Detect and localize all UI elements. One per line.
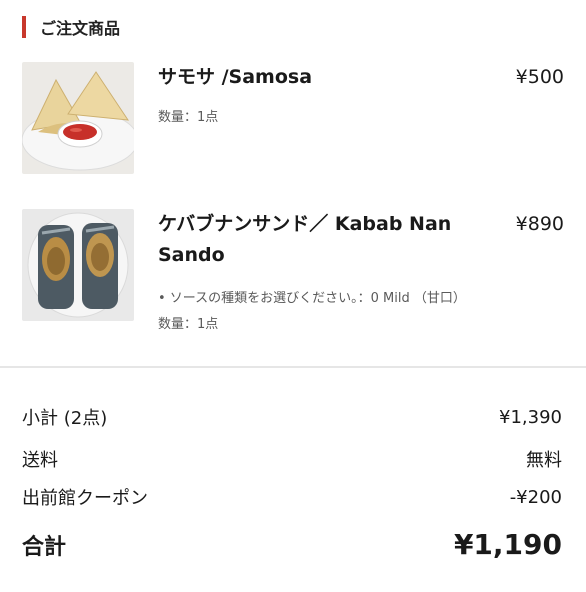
item-quantity: 数量：1点: [158, 110, 219, 125]
item-quantity: 数量：1点: [158, 317, 219, 332]
total-value: ¥1,190: [453, 528, 562, 561]
subtotal-row: 小計 (2点) ¥1,390: [22, 404, 562, 430]
kebab-wrap-photo-icon: [22, 209, 134, 321]
item-name-line2: Sando: [158, 244, 225, 266]
divider: [0, 366, 586, 368]
total-label: 合計: [22, 534, 67, 560]
accent-bar: [22, 16, 26, 38]
item-name[interactable]: サモサ /Samosa: [158, 62, 312, 93]
item-price: ¥890: [515, 213, 564, 235]
coupon-label: 出前館クーポン: [22, 488, 148, 509]
section-header: ご注文商品: [22, 14, 120, 40]
subtotal-label: 小計 (2点): [22, 408, 108, 429]
samosa-photo-icon: [22, 62, 134, 174]
total-row: 合計 ¥1,190: [22, 528, 562, 561]
order-item-kebab-nan-sando: ケバブナンサンド／ Kabab Nan Sando ¥890 • ソースの種類を…: [22, 209, 564, 332]
order-item-samosa: サモサ /Samosa ¥500 数量：1点: [22, 62, 564, 174]
section-title: ご注文商品: [40, 19, 121, 38]
item-name-line1: ケバブナンサンド／ Kabab Nan: [158, 213, 452, 235]
shipping-label: 送料: [22, 450, 58, 471]
coupon-value: -¥200: [509, 486, 562, 508]
shipping-value: 無料: [526, 450, 562, 471]
coupon-row: 出前館クーポン -¥200: [22, 484, 562, 510]
item-price: ¥500: [515, 66, 564, 88]
item-option: • ソースの種類をお選びください。：0 Mild （甘口）: [158, 291, 466, 306]
item-name[interactable]: ケバブナンサンド／ Kabab Nan Sando: [158, 209, 451, 271]
shipping-row: 送料 無料: [22, 446, 562, 472]
subtotal-value: ¥1,390: [499, 406, 562, 428]
